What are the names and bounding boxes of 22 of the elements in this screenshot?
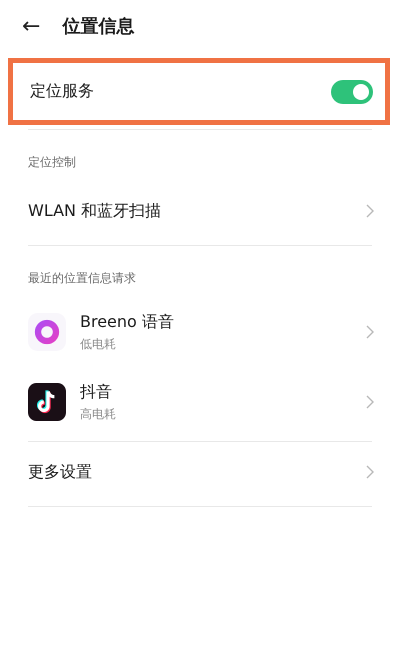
section-heading: 最近的位置信息请求 (27, 270, 137, 287)
power-usage: 低电耗 (80, 336, 117, 352)
settings-item[interactable]: WLAN 和蓝牙扫描 (0, 181, 400, 241)
back-button[interactable]: ← (22, 14, 40, 38)
ring-icon (28, 313, 66, 351)
chevron-icon (366, 395, 374, 409)
chevron-icon (366, 204, 374, 218)
music-note-icon (28, 383, 66, 421)
setting-label: 定位服务 (30, 81, 94, 102)
app-list-item[interactable]: 抖音 高电耗 (0, 367, 400, 437)
app-list-item[interactable]: Breeno 语音 低电耗 (0, 297, 400, 367)
power-usage: 高电耗 (80, 406, 117, 422)
app-name: Breeno 语音 (80, 312, 175, 332)
chevron-icon (366, 325, 374, 339)
item-label: WLAN 和蓝牙扫描 (28, 200, 162, 222)
item-label: 更多设置 (28, 462, 93, 482)
section-heading: 定位控制 (27, 154, 77, 171)
page-title: 位置信息 (62, 15, 134, 38)
app-name: 抖音 (80, 382, 113, 402)
chevron-icon (366, 465, 374, 479)
settings-item[interactable]: 更多设置 (0, 442, 400, 502)
toggle-switch[interactable] (331, 80, 373, 104)
